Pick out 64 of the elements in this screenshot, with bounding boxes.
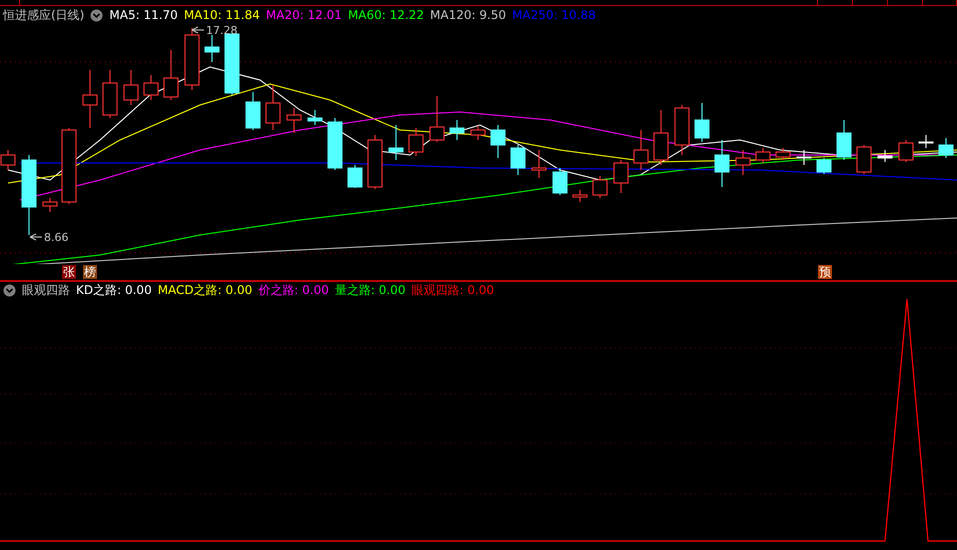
candlestick [348,164,362,188]
price-label: 8.66 [30,231,68,244]
moving-average-reading: MA20: 12.01 [266,7,342,24]
candlestick [430,96,444,142]
candlestick [572,190,588,202]
signal-marker: 榜 [83,265,97,279]
indicator-reading: 量之路: 0.00 [334,282,406,299]
candlestick [796,150,812,166]
candlestick [102,70,118,118]
candlestick [308,110,322,126]
candlestick [224,34,240,96]
candlestick [408,128,424,156]
candlestick [184,28,200,90]
candlestick [592,176,608,198]
candlestick [614,160,628,194]
candlestick [328,118,342,170]
candlestick [368,134,382,190]
candlestick [470,126,486,140]
candlestick [42,198,58,212]
candlestick [694,102,710,142]
candlestick [266,84,280,130]
candlestick [918,134,934,148]
indicator-reading: 眼观四路: 0.00 [411,282,494,299]
chart-title: 恒进感应(日线) [3,7,84,24]
candlestick [450,120,464,140]
chevron-down-icon[interactable] [90,8,104,22]
indicator-reading: 价之路: 0.00 [258,282,329,299]
candlestick [144,74,158,100]
candlestick [246,92,260,130]
candlestick [836,120,852,160]
candlestick [204,34,220,62]
candlestick [552,168,568,196]
candlestick [164,50,178,100]
candlestick [654,110,668,166]
candlestick [674,104,690,156]
signal-marker: 预 [818,265,832,279]
candlestick [898,140,914,162]
moving-average-reading: MA250: 10.88 [512,7,596,24]
price-label: 17.28 [192,24,238,37]
indicator-title: 眼观四路 [22,282,70,299]
candlestick [510,144,526,176]
candlestick [938,138,954,158]
signal-marker: 张 [62,265,76,279]
candlestick [756,148,770,164]
candlestick [124,70,138,106]
candlestick [82,70,98,128]
candlestick [736,150,750,176]
moving-average-reading: MA60: 12.22 [348,7,424,24]
indicator-reading: MACD之路: 0.00 [158,282,252,299]
candlestick [388,124,404,160]
candlestick [776,148,790,160]
candlestick [878,150,892,162]
moving-average-reading: MA120: 9.50 [430,7,506,24]
candlestick [634,130,648,170]
candlestick [816,158,832,174]
moving-average-reading: MA5: 11.70 [109,7,178,24]
indicator-reading: KD之路: 0.00 [76,282,152,299]
candlestick [490,124,506,158]
candlestick [286,108,302,134]
chevron-down-icon[interactable] [3,284,16,296]
candlestick [532,150,546,178]
moving-average-reading: MA10: 11.84 [184,7,260,24]
candlestick [714,140,730,188]
candlestick [856,144,872,174]
